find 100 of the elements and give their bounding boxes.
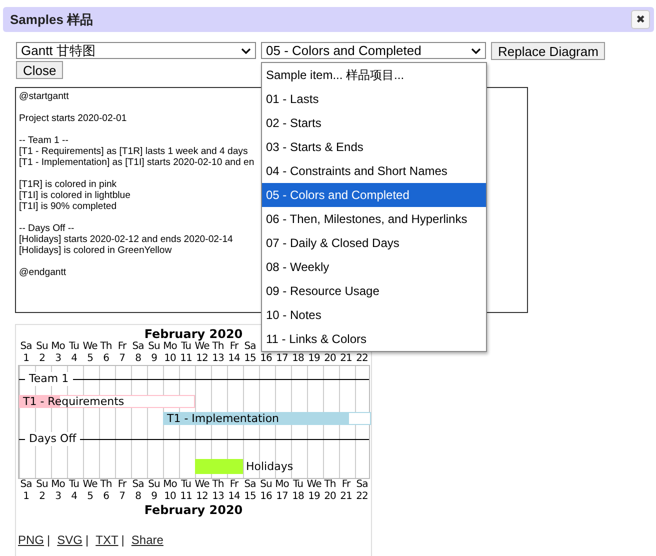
weekday-label: Sa bbox=[243, 479, 257, 491]
day-number: 17 bbox=[275, 353, 289, 365]
weekday-label: Th bbox=[99, 479, 113, 491]
day-number: 10 bbox=[163, 491, 177, 503]
code-line: Project starts 2020-02-01 bbox=[19, 113, 127, 124]
group-separator-label: Days Off bbox=[25, 432, 80, 446]
weekday-label: Fr bbox=[228, 479, 240, 491]
code-line: [T1I] is colored in lightblue bbox=[19, 190, 130, 201]
task-label: T1 - Implementation bbox=[167, 413, 280, 424]
day-number: 8 bbox=[134, 353, 142, 365]
task-label: T1 - Requirements bbox=[23, 396, 124, 407]
code-line: -- Days Off -- bbox=[19, 223, 74, 234]
group-separator-label: Team 1 bbox=[25, 372, 73, 386]
dropdown-option[interactable]: 02 - Starts bbox=[262, 111, 486, 135]
link-separator: | bbox=[47, 533, 50, 547]
dropdown-option[interactable]: 04 - Constraints and Short Names bbox=[262, 159, 486, 183]
day-number: 9 bbox=[150, 491, 158, 503]
dialog-title: Samples 样品 bbox=[10, 10, 94, 28]
dropdown-option[interactable]: 05 - Colors and Completed bbox=[262, 183, 486, 207]
link-separator: | bbox=[85, 533, 89, 547]
day-number: 12 bbox=[195, 353, 209, 365]
dropdown-option[interactable]: 11 - Links & Colors bbox=[262, 327, 486, 351]
export-link[interactable]: PNG bbox=[18, 533, 44, 547]
weekday-label: Su bbox=[35, 479, 49, 491]
close-button[interactable]: Close bbox=[16, 61, 64, 79]
day-number: 17 bbox=[275, 491, 289, 503]
dropdown-option[interactable]: 01 - Lasts bbox=[262, 87, 486, 111]
day-number: 1 bbox=[22, 353, 30, 365]
weekday-label: Fr bbox=[116, 479, 128, 491]
weekday-label: Tu bbox=[180, 479, 192, 491]
weekday-label: Th bbox=[323, 479, 337, 491]
day-number: 4 bbox=[70, 491, 78, 503]
day-number: 11 bbox=[179, 491, 193, 503]
day-number: 6 bbox=[102, 491, 110, 503]
code-line: [T1 - Implementation] as [T1I] starts 2020-02-10 and en bbox=[19, 157, 254, 168]
dropdown-option[interactable]: 07 - Daily & Closed Days bbox=[262, 231, 486, 255]
link-separator: | bbox=[121, 533, 124, 547]
day-number: 7 bbox=[118, 353, 126, 365]
weekday-label: Sa bbox=[131, 479, 145, 491]
weekday-label: Sa bbox=[244, 341, 256, 352]
weekday-label: Su bbox=[148, 341, 160, 352]
close-button[interactable]: ✖ bbox=[631, 10, 650, 29]
day-number: 18 bbox=[291, 353, 305, 365]
dropdown-option[interactable]: 06 - Then, Milestones, and Hyperlinks bbox=[262, 207, 486, 231]
dropdown-option[interactable]: 03 - Starts & Ends bbox=[262, 135, 486, 159]
weekday-label: Sa bbox=[20, 341, 32, 352]
day-number: 10 bbox=[163, 353, 177, 365]
day-number: 12 bbox=[195, 491, 209, 503]
day-number: 16 bbox=[259, 491, 273, 503]
weekday-label: Tu bbox=[181, 341, 191, 352]
weekday-label: Su bbox=[259, 479, 273, 491]
dropdown-option[interactable]: Sample item... 样品项目... bbox=[262, 63, 486, 87]
code-line: [T1 - Requirements] as [T1R] lasts 1 week and 4 days bbox=[19, 146, 248, 157]
day-number: 3 bbox=[54, 353, 62, 365]
day-number: 20 bbox=[323, 491, 337, 503]
day-number: 15 bbox=[243, 491, 257, 503]
day-number: 19 bbox=[307, 353, 321, 365]
diagram-type-select[interactable]: Gantt 甘特图 bbox=[16, 42, 256, 59]
weekday-label: Th bbox=[100, 341, 112, 352]
dropdown-option[interactable]: 10 - Notes bbox=[262, 303, 486, 327]
dropdown-option[interactable]: 09 - Resource Usage bbox=[262, 279, 486, 303]
weekday-label: Sa bbox=[132, 341, 144, 352]
weekday-label: We bbox=[82, 341, 98, 352]
day-number: 13 bbox=[211, 491, 225, 503]
weekday-label: We bbox=[194, 341, 210, 352]
weekday-label: Su bbox=[36, 341, 48, 352]
sample-select[interactable]: 05 - Colors and Completed bbox=[261, 42, 486, 59]
day-number: 19 bbox=[307, 491, 321, 503]
weekday-label: Mo bbox=[274, 479, 290, 491]
weekday-label: Tu bbox=[68, 479, 80, 491]
chevron-icon bbox=[241, 48, 251, 54]
code-line: [T1R] is colored in pink bbox=[19, 179, 117, 190]
weekday-label: Mo bbox=[50, 479, 66, 491]
day-number: 6 bbox=[102, 353, 110, 365]
weekday-label: Fr bbox=[340, 479, 352, 491]
day-number: 21 bbox=[339, 491, 353, 503]
month-label: February 2020 bbox=[144, 503, 243, 517]
day-number: 22 bbox=[355, 353, 369, 365]
dropdown-option[interactable]: 08 - Weekly bbox=[262, 255, 486, 279]
code-line: @startgantt bbox=[19, 91, 69, 102]
day-number: 2 bbox=[38, 491, 46, 503]
weekday-label: We bbox=[194, 479, 210, 491]
code-line: [T1I] is 90% completed bbox=[19, 201, 117, 212]
day-number: 8 bbox=[134, 491, 142, 503]
code-line: [Holidays] is colored in GreenYellow bbox=[19, 245, 172, 256]
day-number: 5 bbox=[86, 353, 94, 365]
chevron-icon bbox=[471, 48, 481, 54]
day-number: 21 bbox=[339, 353, 353, 365]
code-line: [Holidays] starts 2020-02-12 and ends 2020-02-14 bbox=[19, 234, 233, 245]
day-number: 14 bbox=[227, 353, 241, 365]
day-number: 16 bbox=[259, 353, 273, 365]
export-link[interactable]: Share bbox=[131, 533, 164, 547]
weekday-label: Fr bbox=[230, 341, 238, 352]
day-number: 20 bbox=[323, 353, 337, 365]
export-link[interactable]: TXT bbox=[96, 533, 118, 547]
weekday-label: We bbox=[306, 479, 322, 491]
task-bar bbox=[195, 459, 243, 474]
replace-diagram-button[interactable]: Replace Diagram bbox=[491, 42, 606, 60]
code-line: @endgantt bbox=[19, 267, 66, 278]
export-link[interactable]: SVG bbox=[57, 533, 82, 547]
